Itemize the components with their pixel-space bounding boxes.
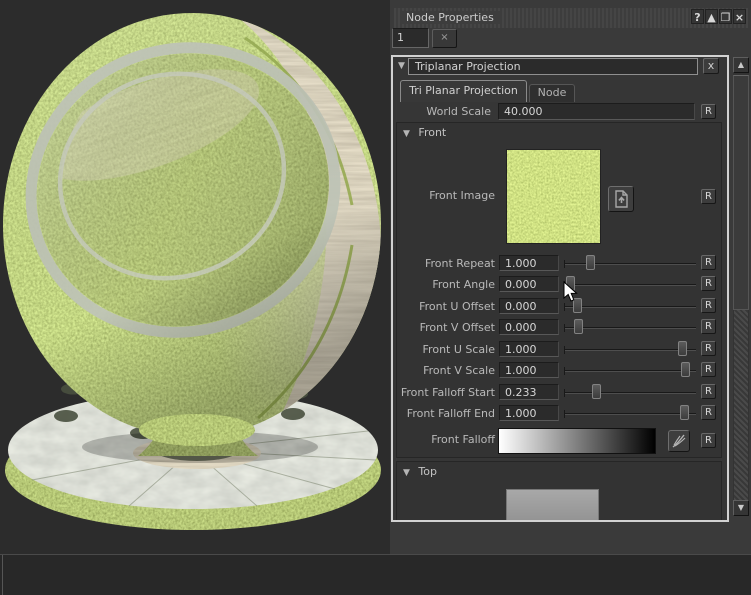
front-angle-slider-handle[interactable] xyxy=(566,276,575,291)
front-falloff-gradient-bar[interactable] xyxy=(498,428,656,454)
front-u-offset-slider-track[interactable] xyxy=(564,306,696,308)
front-falloff-end-reset-button[interactable]: R xyxy=(701,405,716,420)
panel-titlebar[interactable]: Node Properties ? ▲ ❐ × xyxy=(394,8,748,28)
collapse-triangle-icon[interactable]: ▼ xyxy=(398,61,405,71)
front-repeat-reset-button[interactable]: R xyxy=(701,255,716,270)
front-u-scale-input[interactable]: 1.000 xyxy=(499,341,559,357)
front-repeat-row: Front Repeat 1.000 R xyxy=(397,254,723,274)
front-v-scale-reset-button[interactable]: R xyxy=(701,362,716,377)
front-falloff-start-slider-track[interactable] xyxy=(564,392,696,394)
selection-count-input[interactable]: 1 xyxy=(392,28,429,48)
front-falloff-start-input[interactable]: 0.233 xyxy=(499,384,559,400)
front-v-offset-label: Front V Offset xyxy=(397,321,495,334)
front-section-header[interactable]: ▼ Front xyxy=(403,126,446,139)
front-v-scale-slider-handle[interactable] xyxy=(681,362,690,377)
front-falloff-start-label: Front Falloff Start xyxy=(397,386,495,399)
close-icon[interactable]: × xyxy=(733,9,746,24)
front-falloff-end-row: Front Falloff End 1.000 R xyxy=(397,404,723,424)
front-v-scale-label: Front V Scale xyxy=(397,364,495,377)
front-falloff-end-input[interactable]: 1.000 xyxy=(499,405,559,421)
front-u-offset-reset-button[interactable]: R xyxy=(701,298,716,313)
window-icon[interactable]: ❐ xyxy=(719,9,732,24)
load-image-button[interactable] xyxy=(608,186,634,212)
front-falloff-label: Front Falloff xyxy=(397,433,495,446)
front-section-label: Front xyxy=(418,126,446,139)
world-scale-input[interactable]: 40.000 xyxy=(498,103,695,120)
scrollbar-thumb[interactable] xyxy=(733,75,749,310)
top-image-thumbnail[interactable] xyxy=(506,489,599,522)
front-angle-reset-button[interactable]: R xyxy=(701,276,716,291)
front-v-offset-reset-button[interactable]: R xyxy=(701,319,716,334)
node-properties-panel: Node Properties ? ▲ ❐ × 1 × ▼ Triplanar … xyxy=(390,0,751,554)
front-u-scale-row: Front U Scale 1.000 R xyxy=(397,340,723,360)
gradient-edit-button[interactable] xyxy=(668,430,690,452)
front-v-offset-slider-handle[interactable] xyxy=(574,319,583,334)
panel-title: Node Properties xyxy=(400,11,500,24)
front-falloff-reset-button[interactable]: R xyxy=(701,433,716,448)
front-v-offset-slider-track[interactable] xyxy=(564,327,696,329)
tab-tri-planar-projection[interactable]: Tri Planar Projection xyxy=(400,80,527,102)
gradient-edit-icon xyxy=(669,431,689,451)
front-repeat-input[interactable]: 1.000 xyxy=(499,255,559,271)
panel-scrollbar[interactable]: ▲ ▼ xyxy=(733,57,749,516)
world-scale-reset-button[interactable]: R xyxy=(701,104,716,119)
front-falloff-start-slider-handle[interactable] xyxy=(592,384,601,399)
front-angle-label: Front Angle xyxy=(397,278,495,291)
tab-node[interactable]: Node xyxy=(529,84,575,102)
front-falloff-start-row: Front Falloff Start 0.233 R xyxy=(397,383,723,403)
top-section-header[interactable]: ▼ Top xyxy=(403,465,437,478)
front-u-offset-row: Front U Offset 0.000 R xyxy=(397,297,723,317)
front-repeat-slider-track[interactable] xyxy=(564,263,696,265)
warning-icon[interactable]: ▲ xyxy=(705,9,718,24)
front-v-scale-slider-track[interactable] xyxy=(564,370,696,372)
front-u-offset-slider-handle[interactable] xyxy=(573,298,582,313)
collapse-triangle-icon[interactable]: ▼ xyxy=(403,129,410,139)
material-preview-render xyxy=(0,0,390,553)
clear-count-button[interactable]: × xyxy=(432,29,457,48)
front-angle-row: Front Angle 0.000 R xyxy=(397,275,723,295)
front-falloff-end-label: Front Falloff End xyxy=(397,407,495,420)
top-section: ▼ Top xyxy=(396,461,722,522)
front-falloff-end-slider-track[interactable] xyxy=(564,413,696,415)
scroll-down-icon[interactable]: ▼ xyxy=(733,500,749,516)
front-repeat-slider-handle[interactable] xyxy=(586,255,595,270)
front-u-scale-slider-track[interactable] xyxy=(564,349,696,351)
front-angle-input[interactable]: 0.000 xyxy=(499,276,559,292)
world-scale-label: World Scale xyxy=(393,105,491,118)
front-section: ▼ Front Front Image R Front Repeat 1.000 xyxy=(396,122,722,458)
front-image-reset-button[interactable]: R xyxy=(701,189,716,204)
front-u-scale-label: Front U Scale xyxy=(397,343,495,356)
front-image-label: Front Image xyxy=(397,189,495,202)
front-v-offset-input[interactable]: 0.000 xyxy=(499,319,559,335)
front-v-scale-input[interactable]: 1.000 xyxy=(499,362,559,378)
front-repeat-label: Front Repeat xyxy=(397,257,495,270)
scroll-up-icon[interactable]: ▲ xyxy=(733,57,749,73)
front-angle-slider-track[interactable] xyxy=(564,284,696,286)
collapse-triangle-icon[interactable]: ▼ xyxy=(403,468,410,478)
front-image-thumbnail[interactable] xyxy=(506,149,601,244)
scrollbar-track[interactable] xyxy=(734,310,748,500)
front-falloff-end-slider-handle[interactable] xyxy=(680,405,689,420)
front-falloff-start-reset-button[interactable]: R xyxy=(701,384,716,399)
3d-viewport[interactable] xyxy=(0,0,390,554)
front-u-scale-slider-handle[interactable] xyxy=(678,341,687,356)
load-image-icon xyxy=(609,187,633,211)
node-list-container: ▼ Triplanar Projection x Tri Planar Proj… xyxy=(391,55,729,522)
front-v-offset-row: Front V Offset 0.000 R xyxy=(397,318,723,338)
front-u-offset-input[interactable]: 0.000 xyxy=(499,298,559,314)
front-u-scale-reset-button[interactable]: R xyxy=(701,341,716,356)
bottom-status-bar xyxy=(0,554,751,595)
node-title-field[interactable]: Triplanar Projection xyxy=(408,58,698,75)
front-u-offset-label: Front U Offset xyxy=(397,300,495,313)
top-section-label: Top xyxy=(418,465,437,478)
front-v-scale-row: Front V Scale 1.000 R xyxy=(397,361,723,381)
remove-node-button[interactable]: x xyxy=(703,58,719,74)
statusbar-divider xyxy=(2,555,3,595)
help-icon[interactable]: ? xyxy=(691,9,704,24)
